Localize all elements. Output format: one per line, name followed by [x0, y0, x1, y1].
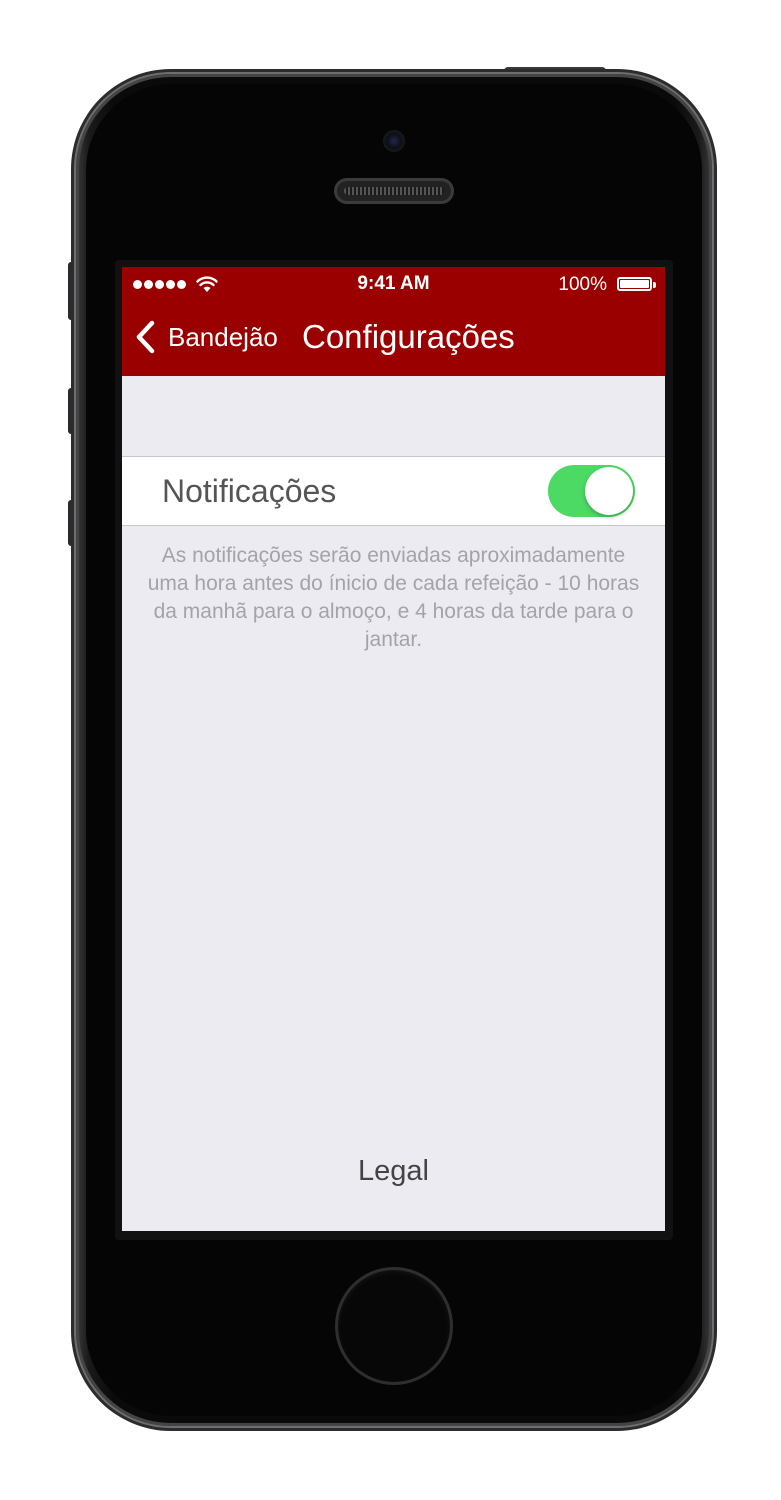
- battery-icon: [617, 277, 652, 291]
- notifications-toggle[interactable]: [548, 465, 635, 517]
- notifications-description: As notificações serão enviadas aproximad…: [147, 544, 640, 651]
- screen: 9:41 AM 100% Bandejão Configurações Noti…: [122, 267, 665, 1231]
- notifications-label: Notificações: [162, 473, 337, 509]
- status-bar: 9:41 AM 100%: [122, 267, 665, 303]
- volume-up-button: [68, 388, 76, 434]
- volume-down-button: [68, 500, 76, 546]
- legal-link[interactable]: Legal: [122, 1155, 665, 1188]
- page-title: Configurações: [302, 318, 515, 355]
- battery-percent: 100%: [558, 274, 607, 295]
- notifications-row: Notificações: [122, 456, 665, 526]
- back-button[interactable]: Bandejão: [134, 317, 278, 357]
- battery-nub: [653, 282, 656, 288]
- front-camera: [383, 130, 405, 152]
- mute-switch: [68, 262, 76, 320]
- chevron-left-icon: [136, 320, 155, 354]
- toggle-knob: [585, 467, 633, 515]
- home-button[interactable]: [338, 1270, 450, 1382]
- back-button-label: Bandejão: [168, 321, 278, 352]
- earpiece-speaker: [334, 178, 454, 204]
- navigation-bar: 9:41 AM 100% Bandejão Configurações: [122, 267, 665, 376]
